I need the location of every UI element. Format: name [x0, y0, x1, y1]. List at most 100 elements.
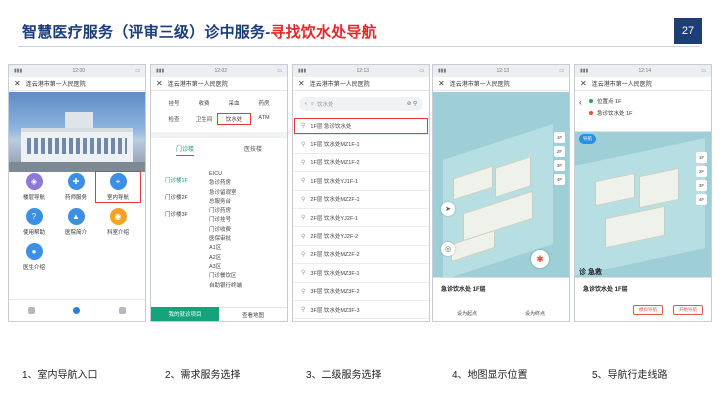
service-indoor-nav[interactable]: ⌖ 室内导航 [95, 171, 141, 203]
destination-label: 诊 急救 [579, 269, 602, 276]
floor-item[interactable]: 门诊楼1F [165, 176, 188, 184]
signal-icon: ▮▮▮ [580, 68, 589, 74]
list-item[interactable]: 自助银行终端 [209, 282, 242, 291]
mode-walk[interactable]: 导航 [579, 134, 596, 144]
caption-step-2: 2、需求服务选择 [165, 370, 241, 381]
list-item[interactable]: 门诊餐饮区 [209, 272, 242, 281]
route-body: ◎ 诊 急救 1F 2F 3F 4F ‹ 位置点 1F 急诊饮水处 1F 导航 … [575, 92, 711, 321]
floor-item[interactable]: 门诊楼3F [165, 210, 188, 218]
floor-button[interactable]: 1F [554, 132, 565, 143]
floor-button[interactable]: 4F [696, 194, 707, 205]
mode-pills: 导航 [579, 134, 596, 144]
list-item[interactable]: ⚲ 1F层 饮水处MZ1F-2 [293, 154, 429, 173]
list-item[interactable]: ⚲ 1F层 饮水处MZ1F-1 [293, 135, 429, 154]
list-item[interactable]: A2区 [209, 254, 242, 263]
service-help[interactable]: ? 使用帮助 [13, 208, 55, 236]
compass-icon[interactable]: ➤ [441, 202, 455, 216]
simulate-nav-button[interactable]: 模拟导航 [633, 305, 663, 315]
list-item[interactable]: ⚲ 2F层 饮水处MZ2F-2 [293, 246, 429, 265]
list-item[interactable]: A3区 [209, 263, 242, 272]
layers-icon: ◈ [25, 173, 43, 190]
list-item[interactable]: 门诊药房 [209, 207, 242, 216]
nav-bar: ✕ 连云港市第一人民医院 [293, 77, 429, 91]
floor-button[interactable]: 1F [696, 152, 707, 163]
hospital-icon: ▲ [67, 208, 85, 225]
bottom-actions: 我的就诊项目 查看地图 [151, 307, 287, 321]
service-pharmacist[interactable]: ✚ 药师服务 [55, 173, 97, 201]
floor-button[interactable]: 3F [554, 160, 565, 171]
status-bar: ▮▮▮ 12:00 ▭ [9, 65, 145, 77]
service-hospital-intro[interactable]: ▲ 医院简介 [55, 208, 97, 236]
close-icon[interactable]: ✕ [156, 79, 163, 88]
list-item[interactable]: ⚲ 2F层 饮水处YJ2F-2 [293, 227, 429, 246]
close-icon[interactable]: ✕ [14, 79, 21, 88]
tab-me[interactable] [118, 306, 126, 315]
route-start[interactable]: 位置点 1F [589, 97, 705, 105]
route-end[interactable]: 急诊饮水处 1F [589, 109, 705, 117]
floor-item[interactable]: 门诊楼2F [165, 193, 188, 201]
locate-icon[interactable]: ◎ [441, 242, 455, 256]
help-icon: ? [25, 208, 43, 225]
tab-medtech[interactable]: 医技楼 [244, 144, 262, 156]
category-pharmacy[interactable]: 药房 [249, 99, 279, 107]
place-card: 急诊饮水处 1F层 模拟导航 开始导航 [575, 277, 711, 321]
floor-button[interactable]: 2F [696, 166, 707, 177]
category-water[interactable]: 饮水处 [217, 113, 251, 125]
category-restroom[interactable]: 卫生间 [189, 115, 219, 123]
home-icon [28, 306, 36, 314]
category-grid: 挂号 收费 采血 药房 检查 卫生间 饮水处 ATM [159, 99, 283, 125]
nav-bar: ✕ 连云港市第一人民医院 [575, 77, 711, 91]
category-blood[interactable]: 采血 [219, 99, 249, 107]
category-atm[interactable]: ATM [249, 115, 279, 123]
list-item[interactable]: 医保审批 [209, 235, 242, 244]
floor-button[interactable]: 2F [554, 146, 565, 157]
floor-button[interactable]: 4F [554, 174, 565, 185]
phone-screenshot-entry: ▮▮▮ 12:00 ▭ ✕ 连云港市第一人民医院 ◈ 楼层导航 ✚ 药师服务 ⌖ 室内导航 … [8, 64, 146, 322]
service-dept-intro[interactable]: ◉ 科室介绍 [97, 208, 139, 236]
back-icon[interactable]: ‹ [305, 101, 307, 107]
tab-outpatient[interactable]: 门诊楼 [175, 144, 194, 156]
list-item[interactable]: ⚲ 2F层 饮水处YJ2F-1 [293, 209, 429, 228]
title-highlight: 寻找饮水处导航 [270, 24, 377, 41]
set-end-button[interactable]: 设为终点 [525, 310, 545, 317]
category-payment[interactable]: 收费 [189, 99, 219, 107]
set-start-button[interactable]: 设为起点 [457, 310, 477, 317]
service-floor-nav[interactable]: ◈ 楼层导航 [13, 173, 55, 201]
category-exam[interactable]: 检查 [159, 115, 189, 123]
tab-home[interactable] [28, 306, 36, 315]
service-doctor-intro[interactable]: ● 医生介绍 [13, 243, 55, 271]
search-icon: ⌕ [310, 100, 314, 107]
list-item[interactable]: 急诊药房 [209, 179, 242, 188]
list-item[interactable]: A1区 [209, 244, 242, 253]
close-icon[interactable]: ✕ [580, 79, 587, 88]
tab-smart[interactable] [73, 306, 81, 315]
page-title: 智慧医疗服务（评审三级）诊中服务-寻找饮水处导航 [22, 21, 377, 42]
list-item[interactable]: 门诊收费 [209, 226, 242, 235]
mic-icon[interactable]: ⊘ ⚲ [407, 101, 417, 107]
category-registration[interactable]: 挂号 [159, 99, 189, 107]
search-input[interactable]: ‹ ⌕ 饮水处 ⊘ ⚲ [299, 97, 423, 111]
list-item[interactable]: 急诊留观室 [209, 189, 242, 198]
list-item[interactable]: ⚲ 3F层 饮水处MZ3F-1 [293, 264, 429, 283]
destination-pin-icon: ✱ [531, 250, 549, 268]
list-item[interactable]: EICU [209, 170, 242, 179]
caption-step-5: 5、导航行走线路 [592, 370, 668, 381]
close-icon[interactable]: ✕ [298, 79, 305, 88]
signal-icon: ▮▮▮ [298, 68, 307, 74]
list-item[interactable]: ⚲ 1F层 饮水处YJ1F-1 [293, 172, 429, 191]
my-visit-button[interactable]: 我的就诊项目 [151, 307, 219, 321]
list-item[interactable]: ⚲ 3F层 饮水处MZ3F-2 [293, 283, 429, 301]
close-icon[interactable]: ✕ [438, 79, 445, 88]
view-map-button[interactable]: 查看地图 [219, 307, 287, 321]
place-name: 急诊饮水处 1F层 [441, 287, 486, 293]
start-nav-button[interactable]: 开始导航 [673, 305, 703, 315]
back-icon[interactable]: ‹ [579, 98, 582, 107]
list-item[interactable]: ⚲ 1F层 急诊饮水处 [293, 117, 429, 136]
list-item[interactable]: ⚲ 2F层 饮水处MZ2F-1 [293, 191, 429, 209]
pin-icon: ⚲ [301, 123, 306, 130]
list-item[interactable]: ⚲ 3F层 饮水处MZ3F-3 [293, 301, 429, 320]
list-item[interactable]: 门诊挂号 [209, 216, 242, 225]
pin-icon: ⚲ [301, 159, 306, 166]
list-item[interactable]: 总服务台 [209, 198, 242, 207]
floor-button[interactable]: 3F [696, 180, 707, 191]
